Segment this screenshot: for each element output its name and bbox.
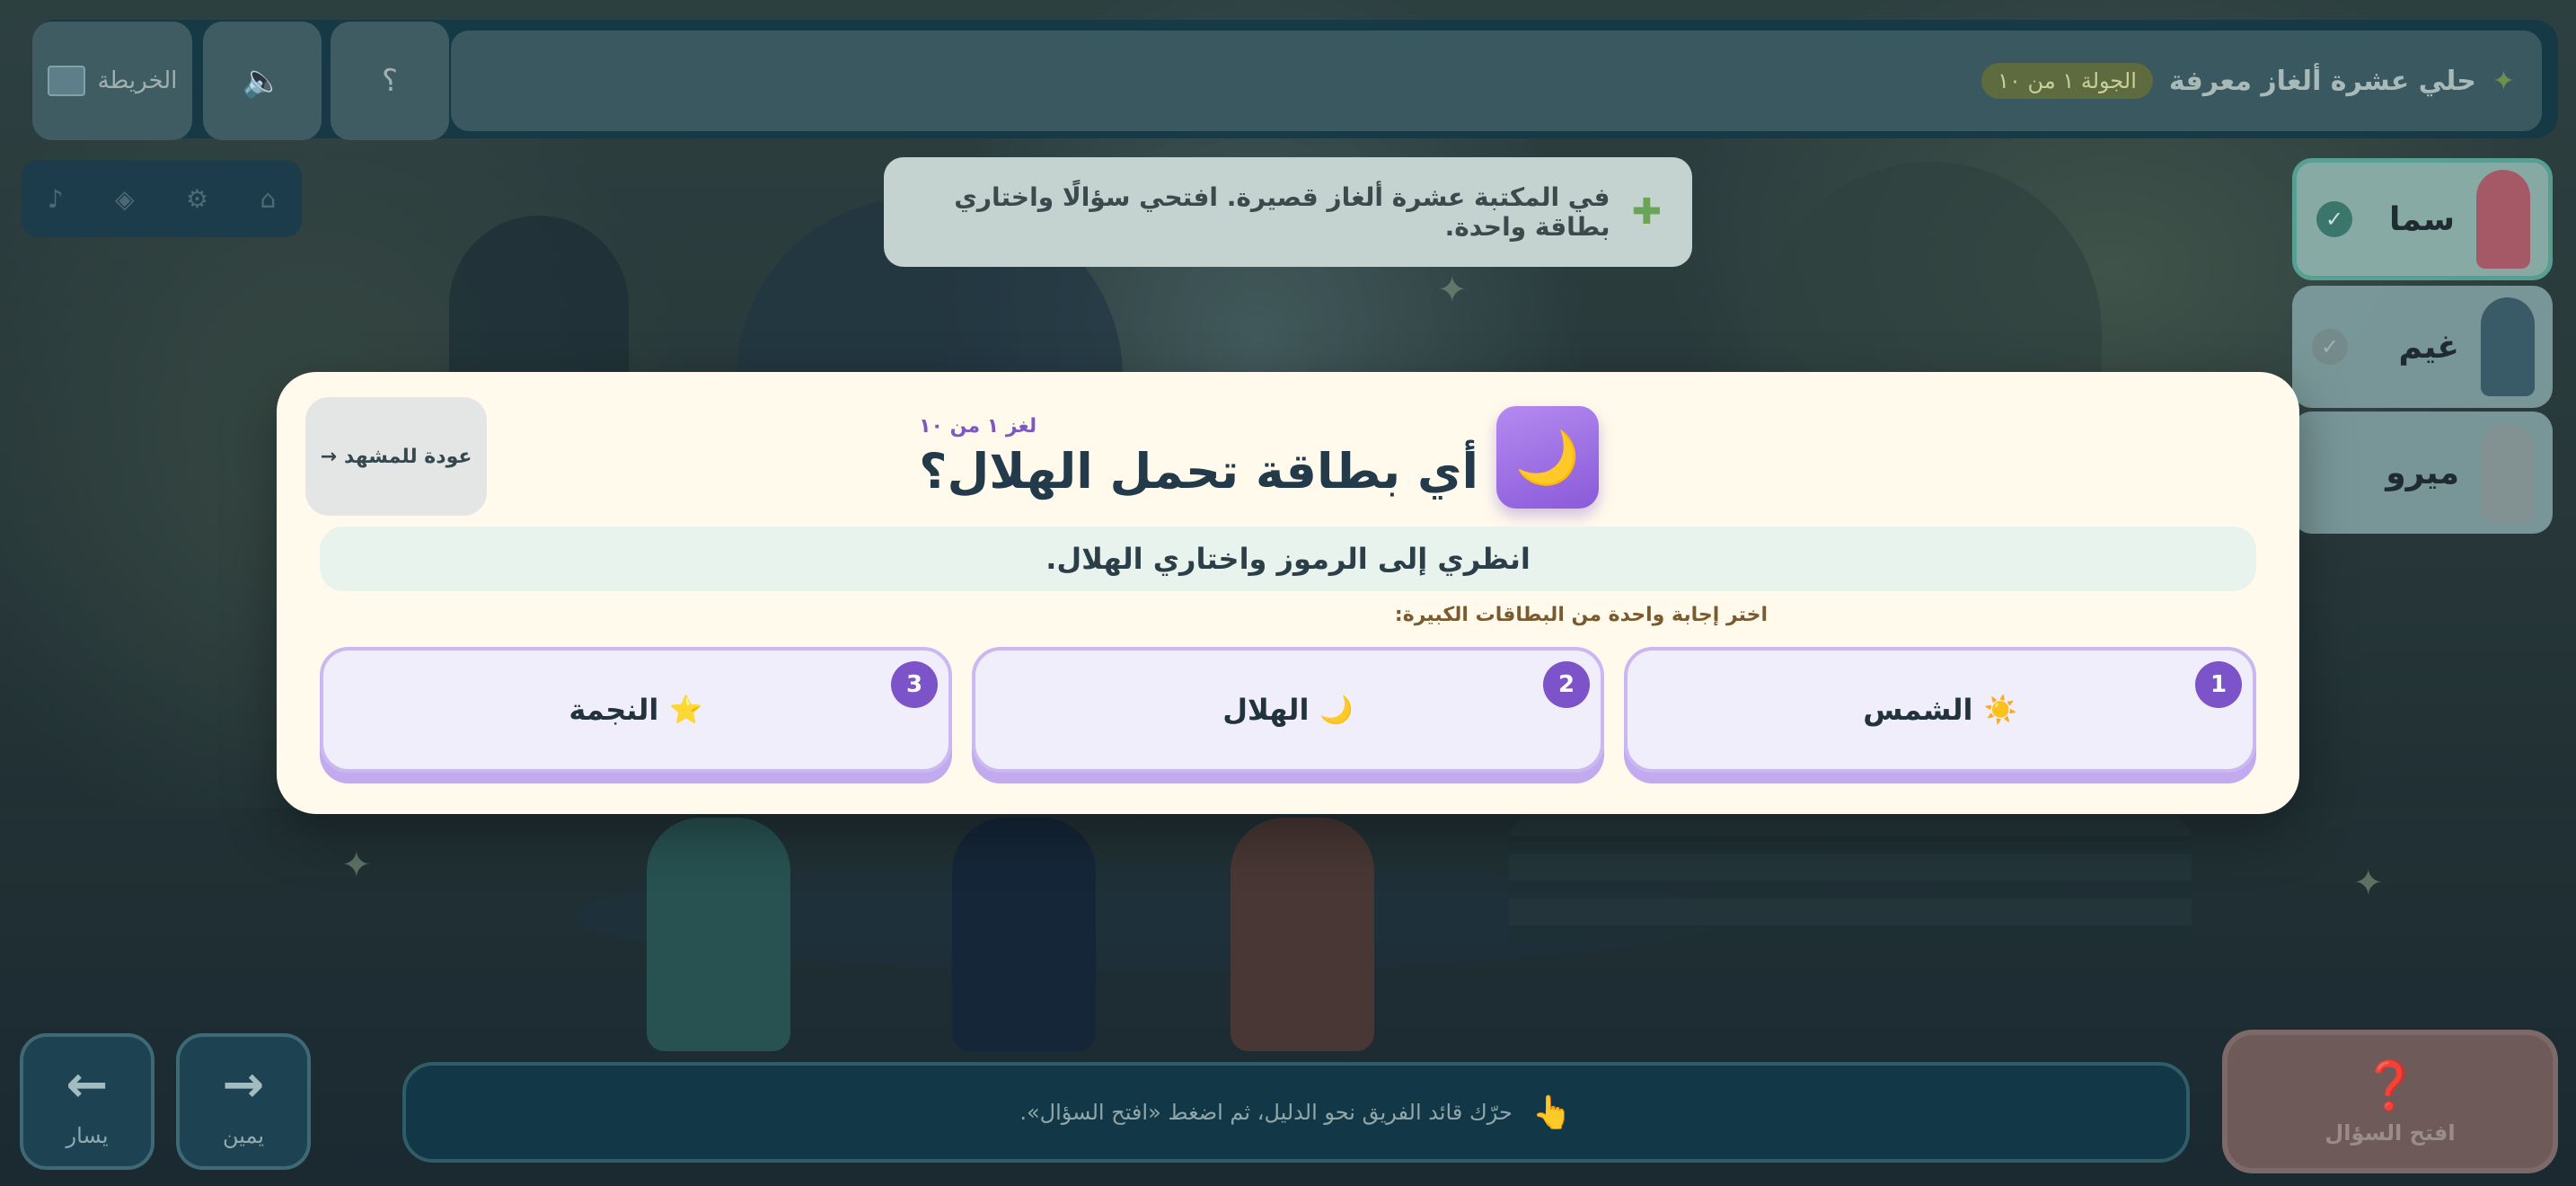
player-card[interactable]: سما ✓ bbox=[2292, 158, 2553, 280]
player-card[interactable]: غيم ✓ bbox=[2292, 286, 2553, 408]
question-title-block: لغز ١ من ١٠ أي بطاقة تحمل الهلال؟ bbox=[919, 415, 1478, 500]
player-name: غيم bbox=[2398, 328, 2459, 366]
tool-icon[interactable]: ♪ bbox=[48, 184, 64, 214]
arrow-left-icon: → bbox=[320, 445, 338, 468]
question-modal: عودة للمشهد → 🌙 لغز ١ من ١٠ أي بطاقة تحم… bbox=[277, 372, 2299, 814]
move-left-label: يسار bbox=[66, 1122, 109, 1148]
sparkle-icon: ✦ bbox=[2492, 65, 2515, 97]
map-button[interactable]: الخريطة bbox=[32, 22, 192, 140]
question-prompt: انظري إلى الرموز واختاري الهلال. bbox=[320, 527, 2256, 591]
answer-option-star[interactable]: 3 ⭐ النجمة bbox=[320, 647, 952, 773]
option-label: الشمس bbox=[1863, 693, 1973, 727]
option-number: 1 bbox=[2195, 661, 2242, 708]
hint-text: في المكتبة عشرة ألغاز قصيرة. افتحي سؤالً… bbox=[954, 182, 1610, 242]
pointing-hand-icon: 👆 bbox=[1531, 1094, 1573, 1131]
question-header: 🌙 لغز ١ من ١٠ أي بطاقة تحمل الهلال؟ bbox=[919, 406, 1599, 509]
help-button[interactable]: ؟ bbox=[331, 22, 449, 140]
check-icon: ✓ bbox=[2312, 329, 2348, 365]
sun-icon: ☀️ bbox=[1983, 694, 2017, 726]
crescent-moon-icon: 🌙 bbox=[1496, 406, 1599, 509]
instruction-text: حرّك قائد الفريق نحو الدليل، ثم اضغط «اف… bbox=[1019, 1100, 1513, 1125]
open-question-button[interactable]: ❓ افتح السؤال bbox=[2222, 1030, 2558, 1173]
arrow-left-icon: ← bbox=[66, 1055, 109, 1114]
avatar bbox=[2481, 297, 2535, 396]
option-label: الهلال bbox=[1222, 693, 1310, 727]
question-title: أي بطاقة تحمل الهلال؟ bbox=[919, 443, 1478, 500]
option-number: 3 bbox=[891, 661, 938, 708]
round-badge: الجولة ١ من ١٠ bbox=[1981, 63, 2153, 99]
tool-icon[interactable]: ⌂ bbox=[260, 184, 277, 214]
option-label: النجمة bbox=[569, 693, 659, 727]
open-question-label: افتح السؤال bbox=[2325, 1120, 2456, 1146]
tool-icon[interactable]: ◈ bbox=[115, 184, 135, 214]
answer-options: 1 ☀️ الشمس 2 🌙 الهلال 3 ⭐ النجمة bbox=[320, 647, 2256, 782]
map-label: الخريطة bbox=[97, 67, 178, 94]
answer-option-sun[interactable]: 1 ☀️ الشمس bbox=[1624, 647, 2256, 773]
player-name: ميرو bbox=[2386, 454, 2459, 491]
option-number: 2 bbox=[1543, 661, 1590, 708]
avatar bbox=[2481, 423, 2535, 522]
move-right-button[interactable]: → يمين bbox=[176, 1033, 311, 1170]
tool-icon[interactable]: ⚙ bbox=[186, 184, 208, 214]
puzzle-counter: لغز ١ من ١٠ bbox=[919, 415, 1037, 438]
back-to-scene-button[interactable]: عودة للمشهد → bbox=[305, 397, 487, 516]
hint-bubble: ✚ في المكتبة عشرة ألغاز قصيرة. افتحي سؤا… bbox=[884, 157, 1692, 267]
move-left-button[interactable]: ← يسار bbox=[20, 1033, 154, 1170]
map-icon bbox=[47, 66, 85, 96]
star-icon: ⭐ bbox=[669, 694, 703, 726]
help-icon: ؟ bbox=[381, 63, 399, 99]
player-card[interactable]: ميرو bbox=[2292, 412, 2553, 534]
move-right-label: يمين bbox=[222, 1122, 265, 1148]
back-to-scene-label: عودة للمشهد bbox=[344, 445, 472, 468]
puzzle-icon: ✚ bbox=[1631, 191, 1662, 233]
answer-instruction: اختر إجابة واحدة من البطاقات الكبيرة: bbox=[1394, 604, 1768, 626]
tool-strip: ⌂ ⚙ ◈ ♪ bbox=[22, 160, 302, 237]
question-mark-icon: ❓ bbox=[2360, 1058, 2420, 1113]
sound-button[interactable]: 🔈 bbox=[203, 22, 322, 140]
game-title-bar: ✦ حلي عشرة ألغاز معرفة الجولة ١ من ١٠ bbox=[451, 31, 2542, 131]
game-title: حلي عشرة ألغاز معرفة bbox=[2168, 65, 2476, 97]
avatar bbox=[2476, 170, 2530, 269]
answer-option-crescent[interactable]: 2 🌙 الهلال bbox=[972, 647, 1604, 773]
check-icon: ✓ bbox=[2316, 201, 2352, 237]
arrow-right-icon: → bbox=[222, 1055, 265, 1114]
speaker-icon: 🔈 bbox=[242, 63, 283, 100]
player-name: سما bbox=[2388, 200, 2455, 238]
crescent-moon-icon: 🌙 bbox=[1319, 694, 1354, 726]
instruction-bar: 👆 حرّك قائد الفريق نحو الدليل، ثم اضغط «… bbox=[402, 1062, 2190, 1163]
